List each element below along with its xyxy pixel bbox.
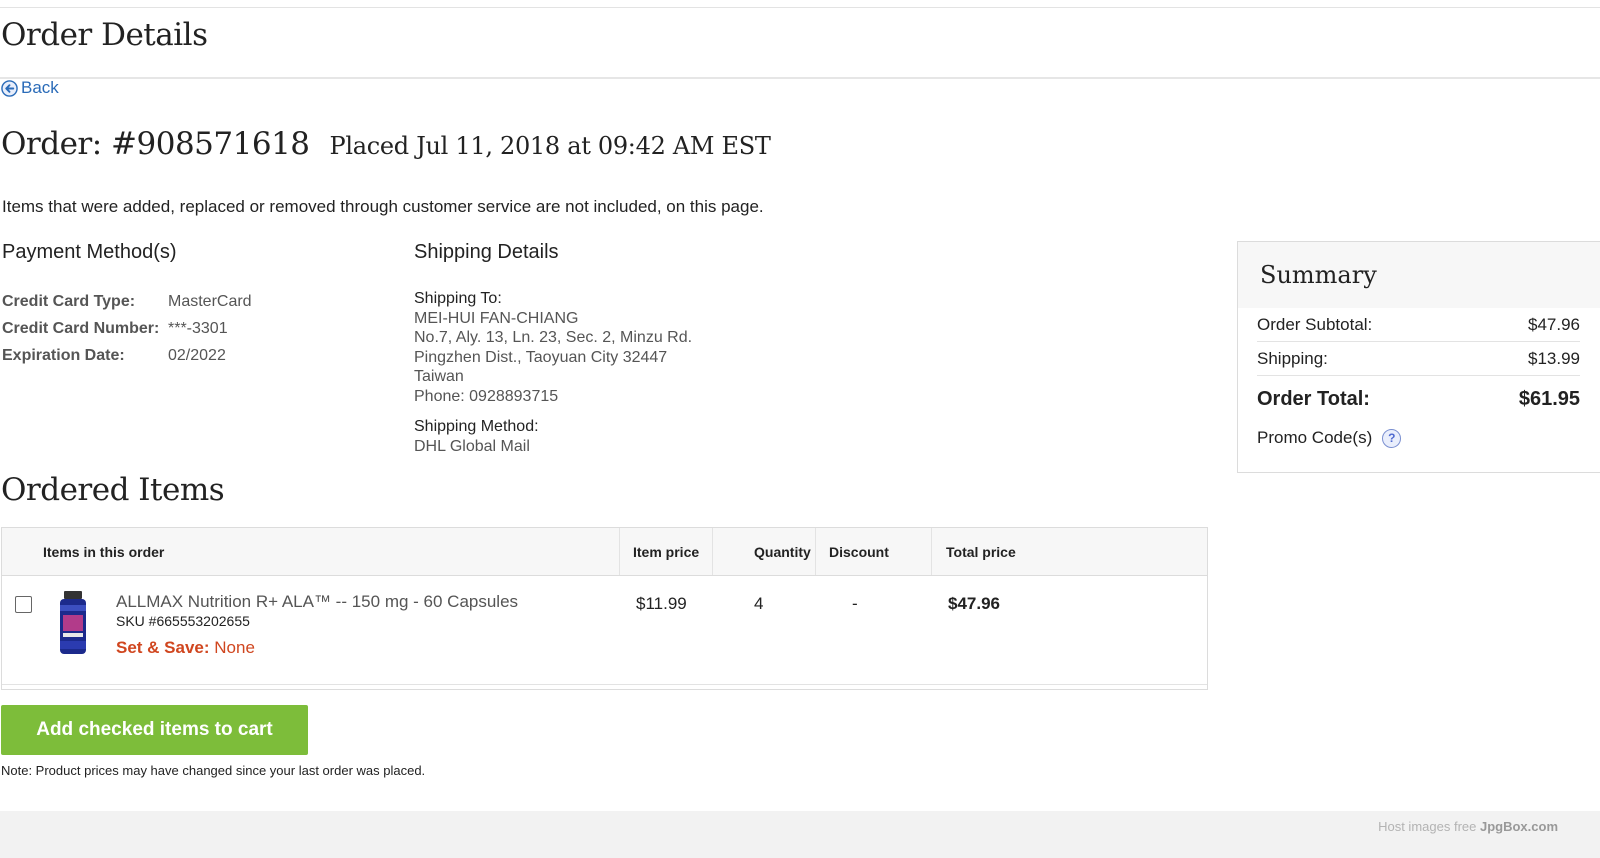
- total-value: $61.95: [1518, 387, 1580, 410]
- order-summary: Summary Order Subtotal: $47.96 Shipping:…: [1237, 241, 1600, 473]
- summary-header: Summary: [1238, 242, 1600, 308]
- item-total-price: $47.96: [948, 594, 1000, 613]
- promo-codes: Promo Code(s) ?: [1257, 428, 1580, 448]
- payment-label: Expiration Date:: [2, 347, 125, 364]
- shipping-cost-label: Shipping:: [1257, 348, 1328, 368]
- page-title: Order Details: [1, 17, 208, 53]
- back-label: Back: [21, 78, 59, 97]
- back-link[interactable]: Back: [1, 78, 59, 98]
- product-sku: SKU #665553202655: [116, 613, 250, 629]
- payment-row: Credit Card Number: ***-3301: [2, 319, 252, 346]
- help-icon[interactable]: ?: [1382, 428, 1402, 448]
- shipping-method: DHL Global Mail: [414, 437, 530, 455]
- promo-label: Promo Code(s): [1257, 428, 1373, 447]
- subtotal-value: $47.96: [1528, 314, 1580, 334]
- price-change-note: Note: Product prices may have changed si…: [1, 763, 426, 778]
- shipping-cost-value: $13.99: [1528, 348, 1580, 368]
- ordered-items-heading: Ordered Items: [1, 472, 225, 508]
- summary-total-row: Order Total: $61.95: [1257, 376, 1580, 422]
- order-notice: Items that were added, replaced or remov…: [2, 197, 764, 216]
- summary-subtotal-row: Order Subtotal: $47.96: [1257, 308, 1580, 342]
- order-header: Order: #908571618 Placed Jul 11, 2018 at…: [1, 126, 771, 162]
- payment-value: ***-3301: [168, 320, 228, 337]
- item-price: $11.99: [636, 594, 687, 613]
- title-divider: [0, 77, 1600, 79]
- footer-credit[interactable]: Host images free JpgBox.com: [1378, 819, 1558, 834]
- payment-row: Credit Card Type: MasterCard: [2, 292, 252, 319]
- footer-brand: JpgBox.com: [1479, 819, 1558, 834]
- shipping-method-label: Shipping Method:: [414, 418, 539, 435]
- product-name-link[interactable]: ALLMAX Nutrition R+ ALA™ -- 150 mg - 60 …: [116, 592, 518, 612]
- payment-value: 02/2022: [168, 347, 226, 364]
- shipping-address-line1: No.7, Aly. 13, Ln. 23, Sec. 2, Minzu Rd.: [414, 329, 693, 346]
- product-image[interactable]: [58, 591, 88, 655]
- payment-heading: Payment Method(s): [2, 241, 177, 263]
- shipping-country: Taiwan: [414, 368, 464, 385]
- top-divider: [0, 7, 1600, 8]
- ordered-items-table: Items in this order Item price Quantity …: [1, 527, 1208, 690]
- shipping-to-label: Shipping To:: [414, 290, 502, 307]
- item-quantity: 4: [754, 594, 764, 613]
- payment-label: Credit Card Number:: [2, 320, 160, 337]
- back-arrow-icon: [1, 80, 18, 97]
- set-and-save-value: None: [214, 638, 255, 657]
- shipping-name: MEI-HUI FAN-CHIANG: [414, 309, 579, 327]
- payment-details: Credit Card Type: MasterCard Credit Card…: [2, 292, 252, 373]
- table-row: ALLMAX Nutrition R+ ALA™ -- 150 mg - 60 …: [2, 528, 1207, 685]
- shipping-heading: Shipping Details: [414, 241, 559, 263]
- payment-value: MasterCard: [168, 293, 252, 310]
- shipping-details: Shipping To: MEI-HUI FAN-CHIANG No.7, Al…: [414, 289, 692, 456]
- order-number: Order: #908571618: [1, 126, 310, 162]
- payment-row: Expiration Date: 02/2022: [2, 346, 252, 373]
- shipping-phone: Phone: 0928893715: [414, 387, 559, 405]
- footer: Host images free JpgBox.com: [0, 811, 1600, 858]
- set-and-save: Set & Save: None: [116, 638, 255, 658]
- payment-label: Credit Card Type:: [2, 293, 136, 310]
- shipping-address-line2: Pingzhen Dist., Taoyuan City 32447: [414, 348, 668, 366]
- total-label: Order Total:: [1257, 387, 1370, 410]
- subtotal-label: Order Subtotal:: [1257, 314, 1373, 334]
- footer-text: Host images free: [1378, 819, 1477, 834]
- item-checkbox[interactable]: [15, 596, 32, 613]
- summary-shipping-row: Shipping: $13.99: [1257, 342, 1580, 376]
- order-placed-date: Placed Jul 11, 2018 at 09:42 AM EST: [329, 132, 771, 160]
- item-discount: -: [852, 594, 858, 613]
- summary-title: Summary: [1260, 261, 1377, 289]
- add-checked-to-cart-button[interactable]: Add checked items to cart: [1, 705, 308, 755]
- set-and-save-label: Set & Save:: [116, 638, 210, 657]
